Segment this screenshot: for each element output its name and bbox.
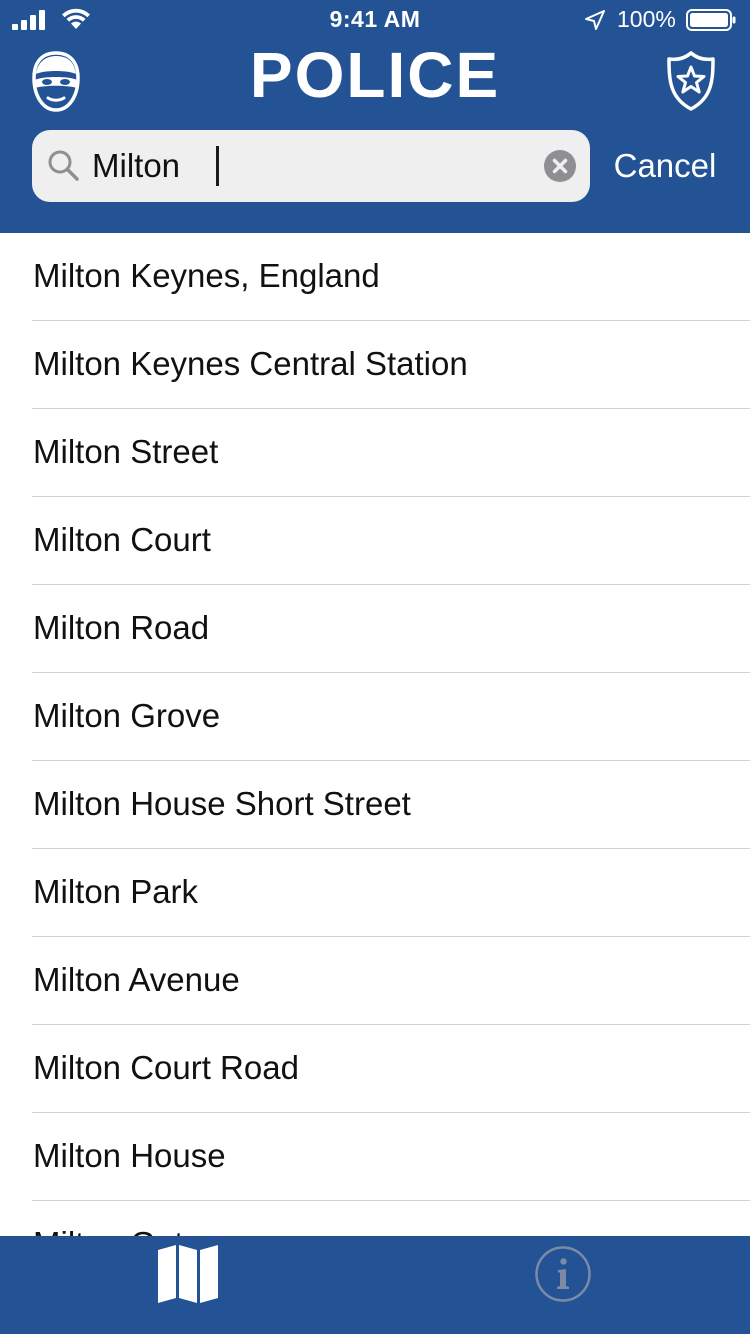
list-item[interactable]: Milton Court: [32, 497, 750, 585]
list-item-label: Milton Park: [33, 873, 199, 910]
list-item[interactable]: Milton Keynes Central Station: [32, 321, 750, 409]
list-item[interactable]: Milton Keynes, England: [32, 233, 750, 321]
list-item-label: Milton Avenue: [33, 961, 240, 998]
text-cursor: [216, 146, 219, 186]
list-item-label: Milton Keynes Central Station: [33, 345, 468, 382]
search-results-list: Milton Keynes, England Milton Keynes Cen…: [0, 233, 750, 1236]
list-item-label: Milton Street: [33, 433, 219, 470]
tab-map[interactable]: [130, 1236, 245, 1334]
battery-percent: 100%: [617, 6, 676, 32]
app-header: 9:41 AM 100% POLICE Milton Cancel: [0, 0, 750, 233]
list-item[interactable]: Milton Road: [32, 585, 750, 673]
list-item-label: Milton Gate: [33, 1201, 202, 1236]
list-item-label: Milton Grove: [33, 697, 221, 734]
title-bar: POLICE: [0, 40, 750, 120]
police-badge-star-icon[interactable]: [664, 50, 718, 112]
list-item[interactable]: Milton Grove: [32, 673, 750, 761]
clear-text-icon[interactable]: [544, 150, 576, 182]
map-icon: [158, 1245, 218, 1303]
cancel-button[interactable]: Cancel: [600, 130, 730, 202]
tab-info[interactable]: [505, 1236, 620, 1334]
list-item[interactable]: Milton Court Road: [32, 1025, 750, 1113]
search-icon: [48, 150, 79, 181]
search-input[interactable]: [92, 130, 532, 202]
list-item-label: Milton Court: [33, 521, 211, 558]
list-item-label: Milton House: [33, 1137, 226, 1174]
list-item[interactable]: Milton Park: [32, 849, 750, 937]
list-item[interactable]: Milton Street: [32, 409, 750, 497]
tab-bar: [0, 1236, 750, 1334]
list-item[interactable]: Milton House Short Street: [32, 761, 750, 849]
status-bar: 9:41 AM 100%: [0, 0, 750, 40]
location-arrow-icon: [585, 10, 605, 30]
list-item-label: Milton House Short Street: [33, 785, 411, 822]
list-item[interactable]: Milton House: [32, 1113, 750, 1201]
search-field[interactable]: [32, 130, 590, 202]
list-item-label: Milton Road: [33, 609, 210, 646]
list-item[interactable]: Milton Avenue: [32, 937, 750, 1025]
list-item-label: Milton Court Road: [33, 1049, 299, 1086]
info-icon: [535, 1246, 591, 1302]
battery-icon: [686, 9, 736, 31]
list-item-label: Milton Keynes, England: [33, 257, 380, 294]
app-title: POLICE: [249, 39, 501, 111]
list-item[interactable]: Milton Gate: [32, 1201, 750, 1236]
